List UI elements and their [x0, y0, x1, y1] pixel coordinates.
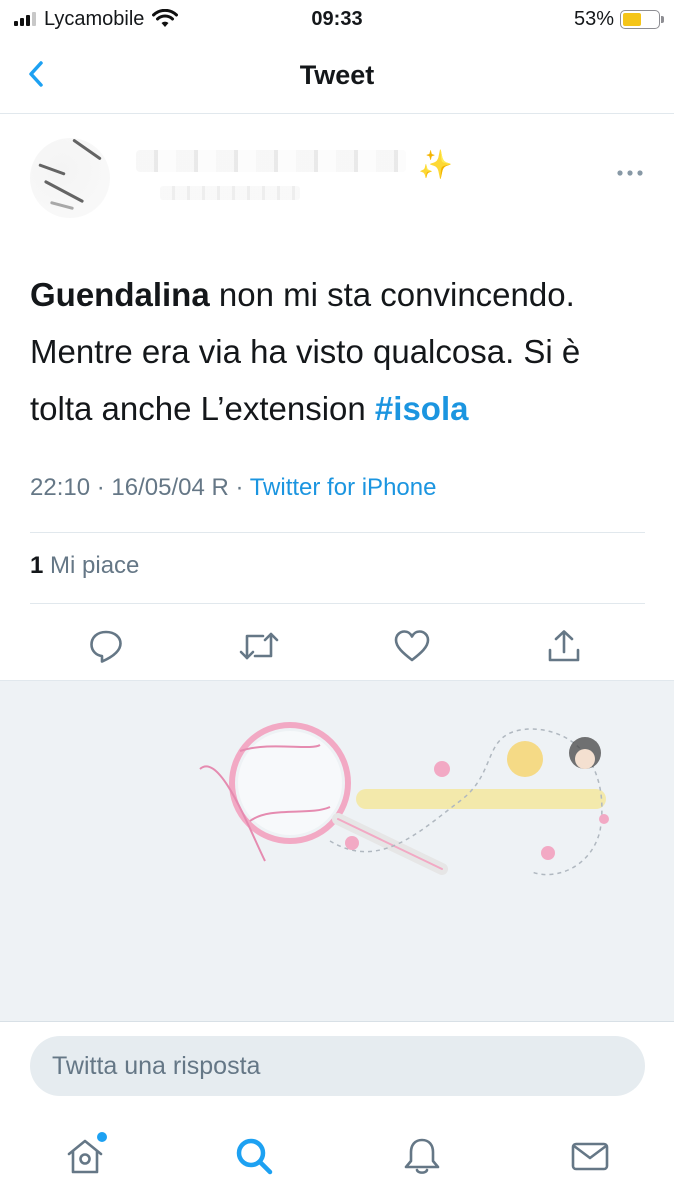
share-button[interactable] — [541, 623, 587, 669]
likes-label: Mi piace — [43, 552, 140, 579]
tweet-meta: 22:10 · 16/05/04 R · Twitter for iPhone — [30, 474, 436, 502]
battery-icon — [620, 9, 664, 29]
nav-bar: Tweet — [0, 38, 674, 114]
tab-bar — [0, 1118, 674, 1200]
author-name-redacted[interactable] — [136, 150, 406, 172]
tweet-header: ✨ — [0, 130, 674, 230]
bell-icon — [404, 1138, 440, 1174]
tweet-source-link[interactable]: Twitter for iPhone — [250, 474, 437, 501]
page-title: Tweet — [299, 60, 375, 90]
replies-area — [0, 680, 674, 1022]
mail-icon — [571, 1142, 609, 1171]
status-bar: Lycamobile 09:33 53% — [0, 0, 674, 38]
wifi-icon — [152, 9, 179, 27]
tab-home[interactable] — [61, 1132, 109, 1180]
reply-button[interactable] — [83, 623, 129, 669]
avatar[interactable] — [30, 138, 110, 218]
sparkles-icon: ✨ — [418, 149, 453, 180]
tweet-timestamp: 22:10 · 16/05/04 R · — [30, 474, 250, 501]
tab-messages[interactable] — [566, 1132, 614, 1180]
divider — [30, 532, 645, 533]
status-left: Lycamobile — [14, 7, 179, 31]
mentioned-name: Guendalina — [30, 276, 210, 313]
signal-icon — [14, 12, 36, 26]
more-button[interactable] — [616, 156, 644, 184]
share-icon — [548, 630, 580, 662]
battery-fill — [623, 12, 642, 26]
watermark-logo — [199, 722, 609, 876]
tab-notifications[interactable] — [398, 1132, 446, 1180]
heart-icon — [394, 630, 430, 662]
retweet-button[interactable] — [236, 623, 282, 669]
divider — [30, 603, 645, 604]
reply-area — [0, 1022, 674, 1118]
more-icon — [617, 170, 643, 176]
likes-row[interactable]: 1 Mi piace — [30, 552, 139, 580]
tab-search[interactable] — [230, 1132, 278, 1180]
like-button[interactable] — [389, 623, 435, 669]
retweet-icon — [239, 632, 279, 660]
author-handle-redacted — [160, 186, 300, 200]
battery-percent: 53% — [573, 7, 614, 30]
search-icon — [236, 1138, 273, 1175]
likes-count: 1 — [30, 552, 44, 579]
status-right: 53% — [573, 7, 664, 31]
reply-input[interactable] — [30, 1036, 645, 1096]
tweet-text: Guendalina non mi sta convincendo. Mentr… — [30, 266, 650, 437]
carrier-name: Lycamobile — [44, 7, 145, 30]
reply-icon — [90, 630, 122, 663]
notification-dot — [97, 1132, 107, 1142]
hashtag-link[interactable]: #isola — [375, 390, 469, 427]
action-bar — [0, 615, 674, 679]
